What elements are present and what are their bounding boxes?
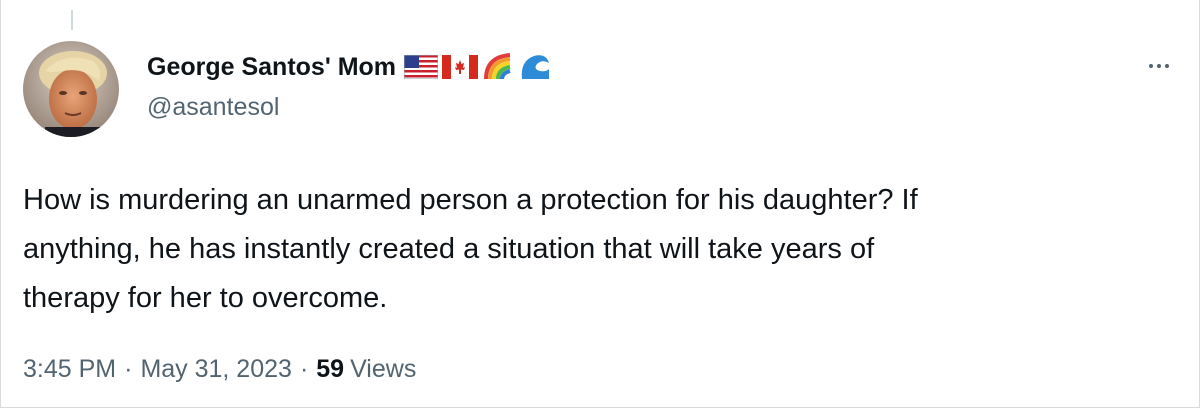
name-emojis: [404, 51, 552, 83]
wave-icon: [521, 55, 550, 79]
meta-separator: ·: [299, 355, 309, 383]
tweet-time[interactable]: 3:45 PM: [23, 355, 116, 384]
views-label: Views: [350, 355, 417, 383]
canada-flag-icon: [442, 55, 479, 79]
avatar[interactable]: [23, 41, 119, 137]
thread-line: [71, 10, 73, 30]
name-row: George Santos' Mom: [147, 50, 552, 84]
tweet-meta: 3:45 PM · May 31, 2023 · 59 Views: [23, 355, 416, 384]
views-count[interactable]: 59: [316, 355, 344, 384]
display-name[interactable]: George Santos' Mom: [147, 53, 396, 82]
more-dot: [1157, 64, 1161, 68]
tweet-text-line: therapy for her to overcome.: [23, 282, 388, 314]
us-flag-icon: [404, 55, 439, 79]
more-dot: [1165, 64, 1169, 68]
more-dot: [1149, 64, 1153, 68]
tweet-text-line: How is murdering an unarmed person a pro…: [23, 184, 918, 216]
tweet-text-line: anything, he has instantly created a sit…: [23, 233, 875, 265]
rainbow-icon: [484, 53, 511, 80]
tweet-card: George Santos' Mom @asantesol How is mur…: [0, 0, 1200, 408]
meta-separator: ·: [124, 355, 133, 383]
more-options-icon[interactable]: [1143, 56, 1175, 76]
avatar-image: [23, 41, 119, 137]
tweet-text: How is murdering an unarmed person a pro…: [23, 176, 1173, 323]
tweet-date[interactable]: May 31, 2023: [140, 355, 292, 384]
user-handle[interactable]: @asantesol: [147, 93, 279, 122]
